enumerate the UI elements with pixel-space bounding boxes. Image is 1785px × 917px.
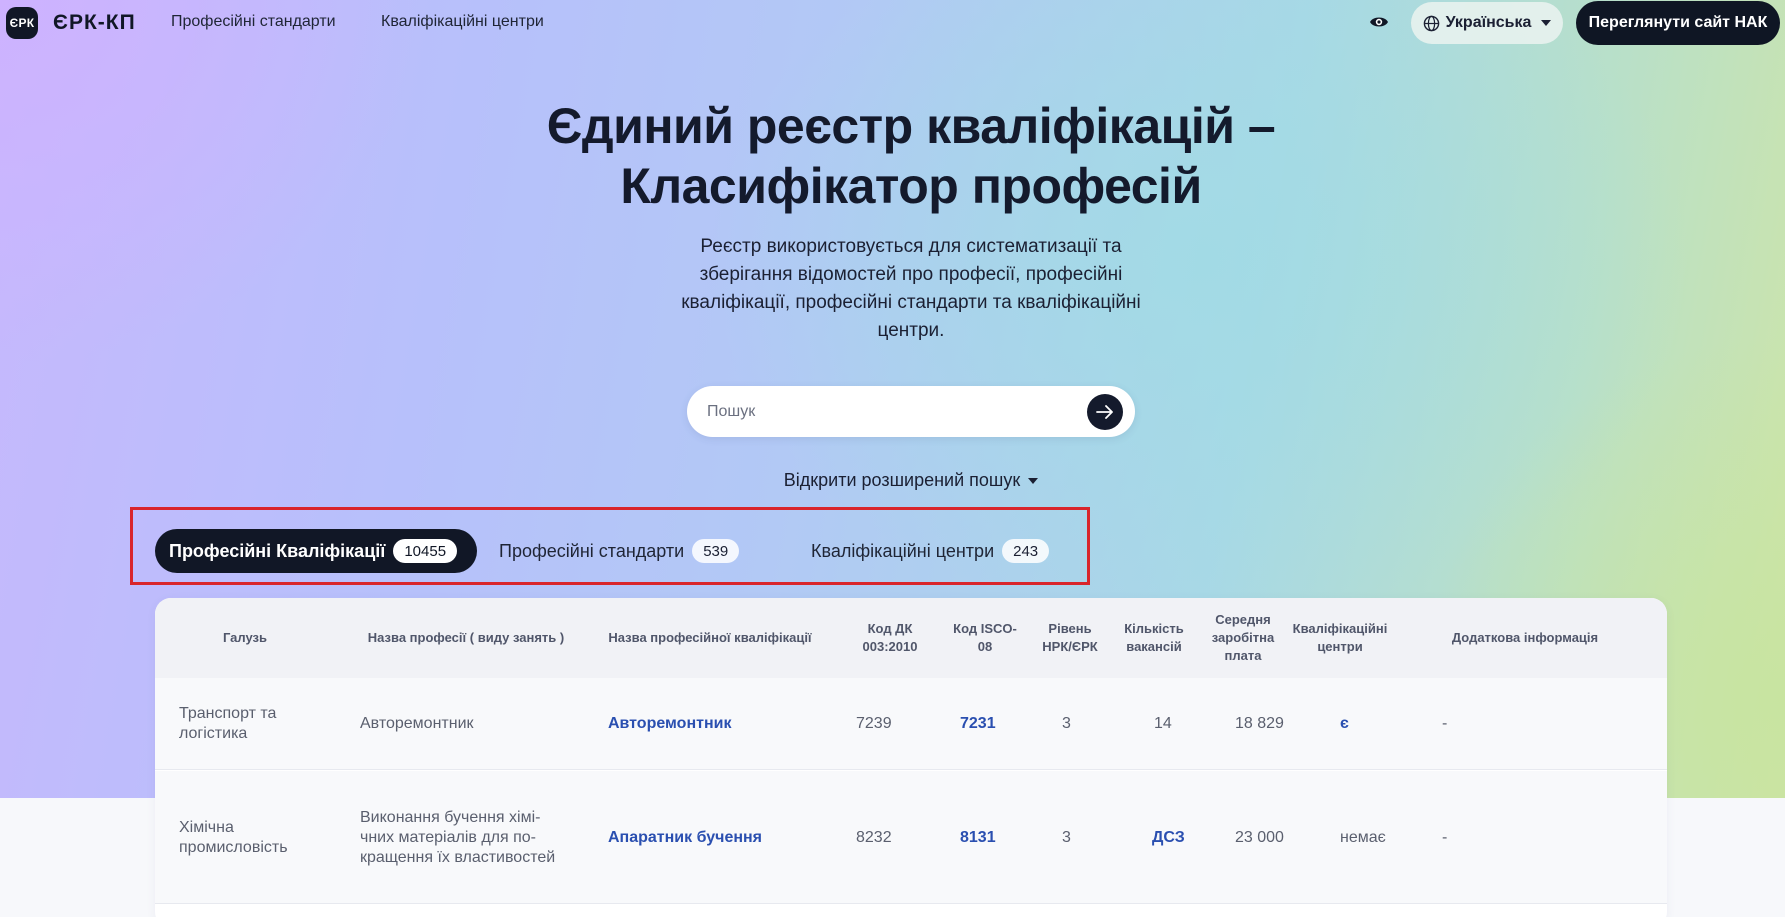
vacancies-link[interactable]: ДСЗ: [1152, 828, 1185, 848]
cell-qualification: Апаратник бучення: [608, 771, 838, 904]
page-description-line-3: кваліфікації, професійні стандарти та кв…: [681, 292, 1141, 313]
isco-link[interactable]: 7231: [960, 714, 996, 734]
centers-link[interactable]: є: [1340, 714, 1349, 734]
globe-icon: [1423, 15, 1439, 31]
chevron-down-icon: [1541, 20, 1552, 26]
view-nak-site-button[interactable]: Переглянути сайт НАК: [1576, 1, 1780, 45]
tab-count-badge: 539: [692, 539, 740, 563]
nav-professional-standards[interactable]: Професійні стандарти: [171, 13, 336, 31]
cell-profession: Виконання бучення хімі-чних матеріалів д…: [360, 808, 556, 866]
cell-industry: Транспорт та логістика: [179, 705, 277, 742]
cell-salary: 23 000: [1235, 828, 1284, 846]
tab-label: Кваліфікаційні центри: [811, 540, 995, 561]
tab-professional-standards[interactable]: Професійні стандарти 539: [486, 529, 740, 573]
page-description: Реєстр використовується для систематизац…: [653, 233, 1169, 345]
cell-centers: немає: [1340, 828, 1386, 846]
cell-profession: Авторемонтник: [360, 715, 474, 732]
column-header-vacancies[interactable]: Кількість вакансій: [1115, 598, 1193, 678]
search-submit-button[interactable]: [1087, 394, 1123, 430]
tab-professional-qualifications[interactable]: Професійні Кваліфікації 10455: [155, 529, 477, 573]
cell-salary: 18 829: [1235, 715, 1284, 732]
column-header-profession[interactable]: Назва професії ( виду занять ): [351, 598, 581, 678]
search-box: [687, 386, 1135, 437]
nav-qualification-centers[interactable]: Кваліфікаційні центри: [381, 13, 544, 31]
page-description-line-4: центри.: [877, 320, 945, 341]
cell-vacancies: ДСЗ: [1152, 771, 1185, 904]
column-header-nrk-level[interactable]: Рівень НРК/ЄРК: [1032, 598, 1108, 678]
page-description-line-1: Реєстр використовується для систематизац…: [700, 236, 1122, 257]
qualification-link[interactable]: Апаратник бучення: [608, 828, 762, 848]
page-title-line-1: Єдиний реєстр кваліфікацій –: [546, 98, 1276, 154]
column-header-qualification[interactable]: Назва професійної кваліфікації: [595, 598, 825, 678]
column-header-centers[interactable]: Кваліфікаційні центри: [1285, 598, 1395, 678]
cell-centers: є: [1340, 678, 1349, 770]
column-header-salary[interactable]: Середня заробітна плата: [1203, 598, 1283, 678]
cell-nrk-level: 3: [1062, 715, 1071, 732]
cell-isco-code: 8131: [960, 771, 996, 904]
arrow-right-icon: [1096, 405, 1113, 419]
column-header-extra-info[interactable]: Додаткова інформація: [1405, 598, 1645, 678]
header: ЄРК ЄРК-КП Професійні стандарти Кваліфік…: [0, 0, 1785, 46]
logo-text[interactable]: ЄРК-КП: [53, 11, 136, 35]
advanced-search-toggle[interactable]: Відкрити розширений пошук: [0, 470, 1785, 491]
tab-label: Професійні стандарти: [499, 540, 685, 561]
logo-badge[interactable]: ЄРК: [6, 7, 38, 39]
column-header-isco-code[interactable]: Код ISCO-08: [945, 598, 1025, 678]
tab-label: Професійні Кваліфікації: [169, 540, 386, 561]
cell-extra-info: -: [1442, 715, 1448, 732]
cell-dk-code: 7239: [856, 715, 892, 732]
cell-dk-code: 8232: [856, 828, 892, 846]
table-header: Галузь Назва професії ( виду занять ) На…: [155, 598, 1667, 678]
page-title-line-2: Класифікатор професій: [620, 158, 1202, 214]
page-description-line-2: зберігання відомостей про професії, проф…: [699, 264, 1123, 285]
table-row[interactable]: Транспорт та логістика Авторемонтник Авт…: [155, 678, 1667, 770]
qualifications-table: Галузь Назва професії ( виду занять ) На…: [155, 598, 1667, 917]
isco-link[interactable]: 8131: [960, 828, 996, 848]
table-row[interactable]: Хімічна промисловість Виконання бучення …: [155, 771, 1667, 904]
eye-icon[interactable]: [1369, 14, 1389, 30]
page-title: Єдиний реєстр кваліфікацій – Класифікато…: [0, 96, 1785, 216]
tab-qualification-centers[interactable]: Кваліфікаційні центри 243: [798, 529, 1050, 573]
cell-industry: Хімічна промисловість: [179, 818, 288, 856]
column-header-dk-code[interactable]: Код ДК 003:2010: [845, 598, 935, 678]
column-header-industry[interactable]: Галузь: [155, 598, 335, 678]
search-input[interactable]: [707, 400, 1067, 424]
chevron-down-icon: [1028, 478, 1039, 485]
language-label: Українська: [1445, 14, 1532, 31]
tab-count-badge: 10455: [393, 539, 458, 563]
tab-count-badge: 243: [1002, 539, 1050, 563]
cell-isco-code: 7231: [960, 678, 996, 770]
language-selector[interactable]: Українська: [1411, 2, 1563, 44]
cell-vacancies: 14: [1154, 715, 1172, 732]
cell-extra-info: -: [1442, 828, 1448, 846]
cell-nrk-level: 3: [1062, 828, 1071, 846]
advanced-search-label: Відкрити розширений пошук: [783, 470, 1021, 490]
cell-qualification: Авторемонтник: [608, 678, 838, 770]
qualification-link[interactable]: Авторемонтник: [608, 714, 731, 734]
